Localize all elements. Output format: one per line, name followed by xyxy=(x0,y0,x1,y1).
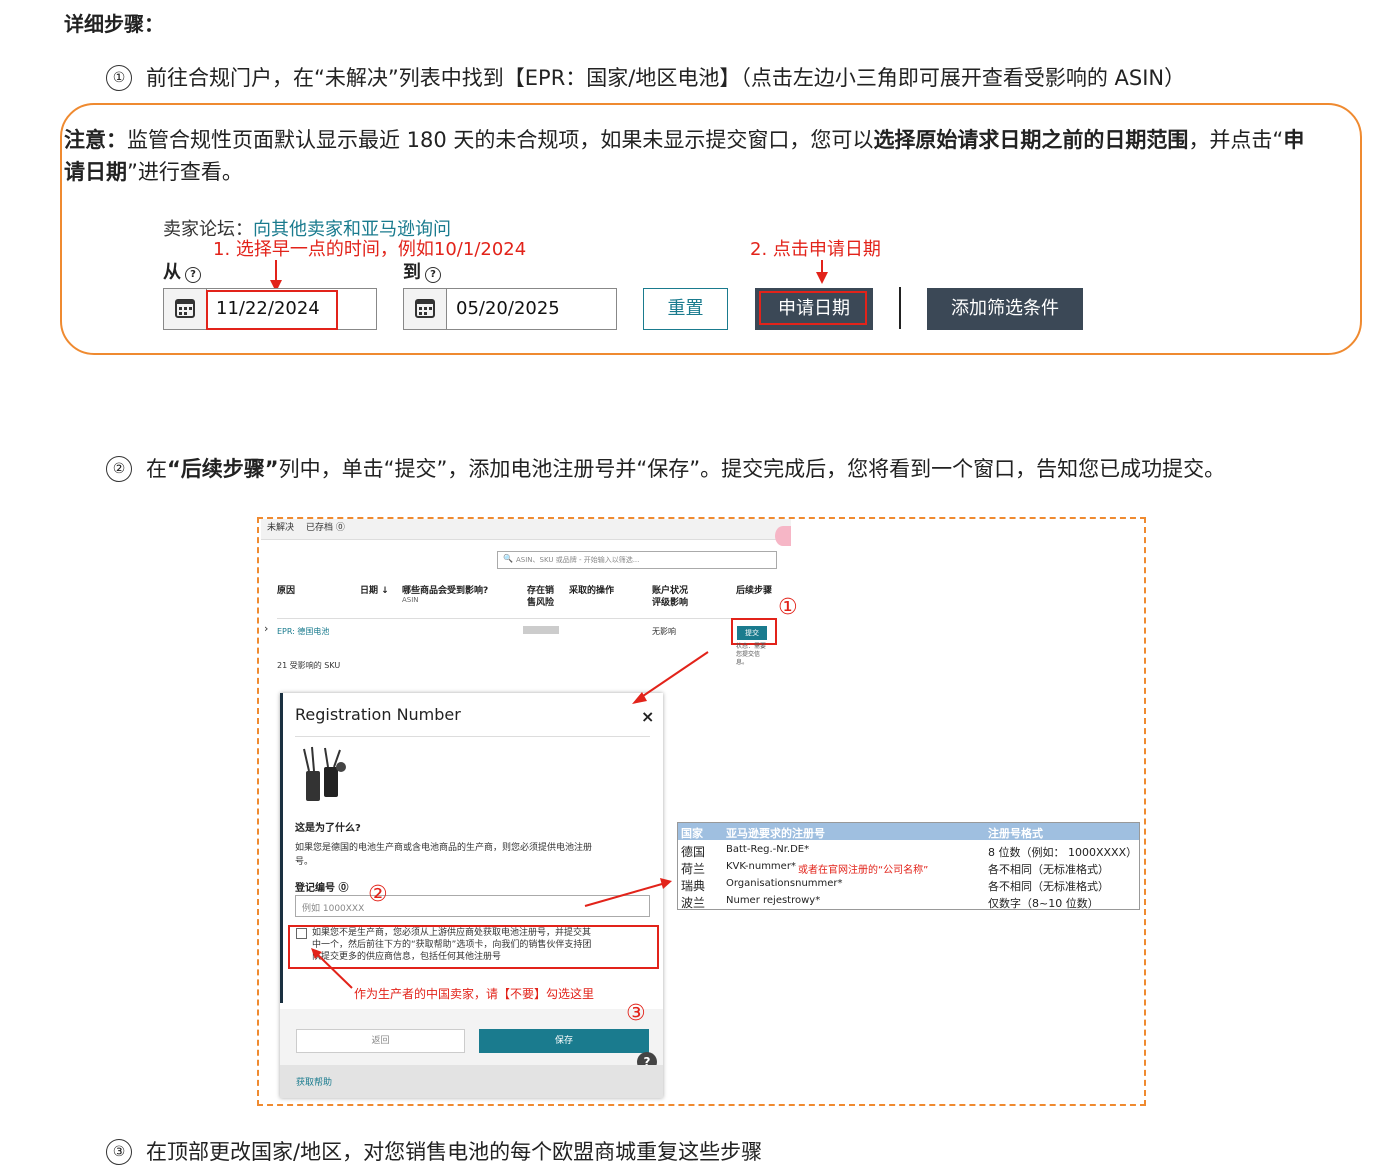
row-country: 瑞典 xyxy=(681,879,706,893)
row-format: 仅数字（8~10 位数） xyxy=(988,897,1099,910)
registration-number-table: 国家 亚马逊要求的注册号 注册号格式 德国 Batt-Reg.-Nr.DE* 8… xyxy=(677,822,1140,910)
annotation-arrows-bottom xyxy=(311,651,709,989)
row-country: 德国 xyxy=(681,845,706,859)
row-reg: Organisationsnummer* xyxy=(726,878,843,889)
table-row: 瑞典 Organisationsnummer* 各不相同（无标准格式） xyxy=(678,876,1139,893)
row-reg: Numer rejestrowy* xyxy=(726,895,821,906)
row-format: 各不相同（无标准格式） xyxy=(988,863,1109,876)
row-format: 8 位数（例如： 1000XXXX） xyxy=(988,846,1138,859)
table-header: 国家 亚马逊要求的注册号 注册号格式 xyxy=(678,823,1139,840)
row-format: 各不相同（无标准格式） xyxy=(988,880,1109,893)
header-reg: 亚马逊要求的注册号 xyxy=(726,827,825,840)
step-3: ③ 在顶部更改国家/地区，对您销售电池的每个欧盟商城重复这些步骤 xyxy=(106,1136,762,1166)
table-row: 德国 Batt-Reg.-Nr.DE* 8 位数（例如： 1000XXXX） xyxy=(678,842,1139,859)
row-reg: Batt-Reg.-Nr.DE* xyxy=(726,844,810,855)
step-3-text: 在顶部更改国家/地区，对您销售电池的每个欧盟商城重复这些步骤 xyxy=(146,1140,763,1164)
row-extra: 或者在官网注册的“公司名称” xyxy=(798,865,929,876)
table-row: 荷兰 KVK-nummer* 或者在官网注册的“公司名称” 各不相同（无标准格式… xyxy=(678,859,1139,876)
row-reg: KVK-nummer* xyxy=(726,861,796,872)
row-country: 荷兰 xyxy=(681,862,706,876)
table-row: 波兰 Numer rejestrowy* 仅数字（8~10 位数） xyxy=(678,893,1139,910)
step-3-number: ③ xyxy=(106,1139,132,1165)
header-country: 国家 xyxy=(681,827,703,840)
header-format: 注册号格式 xyxy=(988,827,1043,840)
row-country: 波兰 xyxy=(681,896,706,910)
